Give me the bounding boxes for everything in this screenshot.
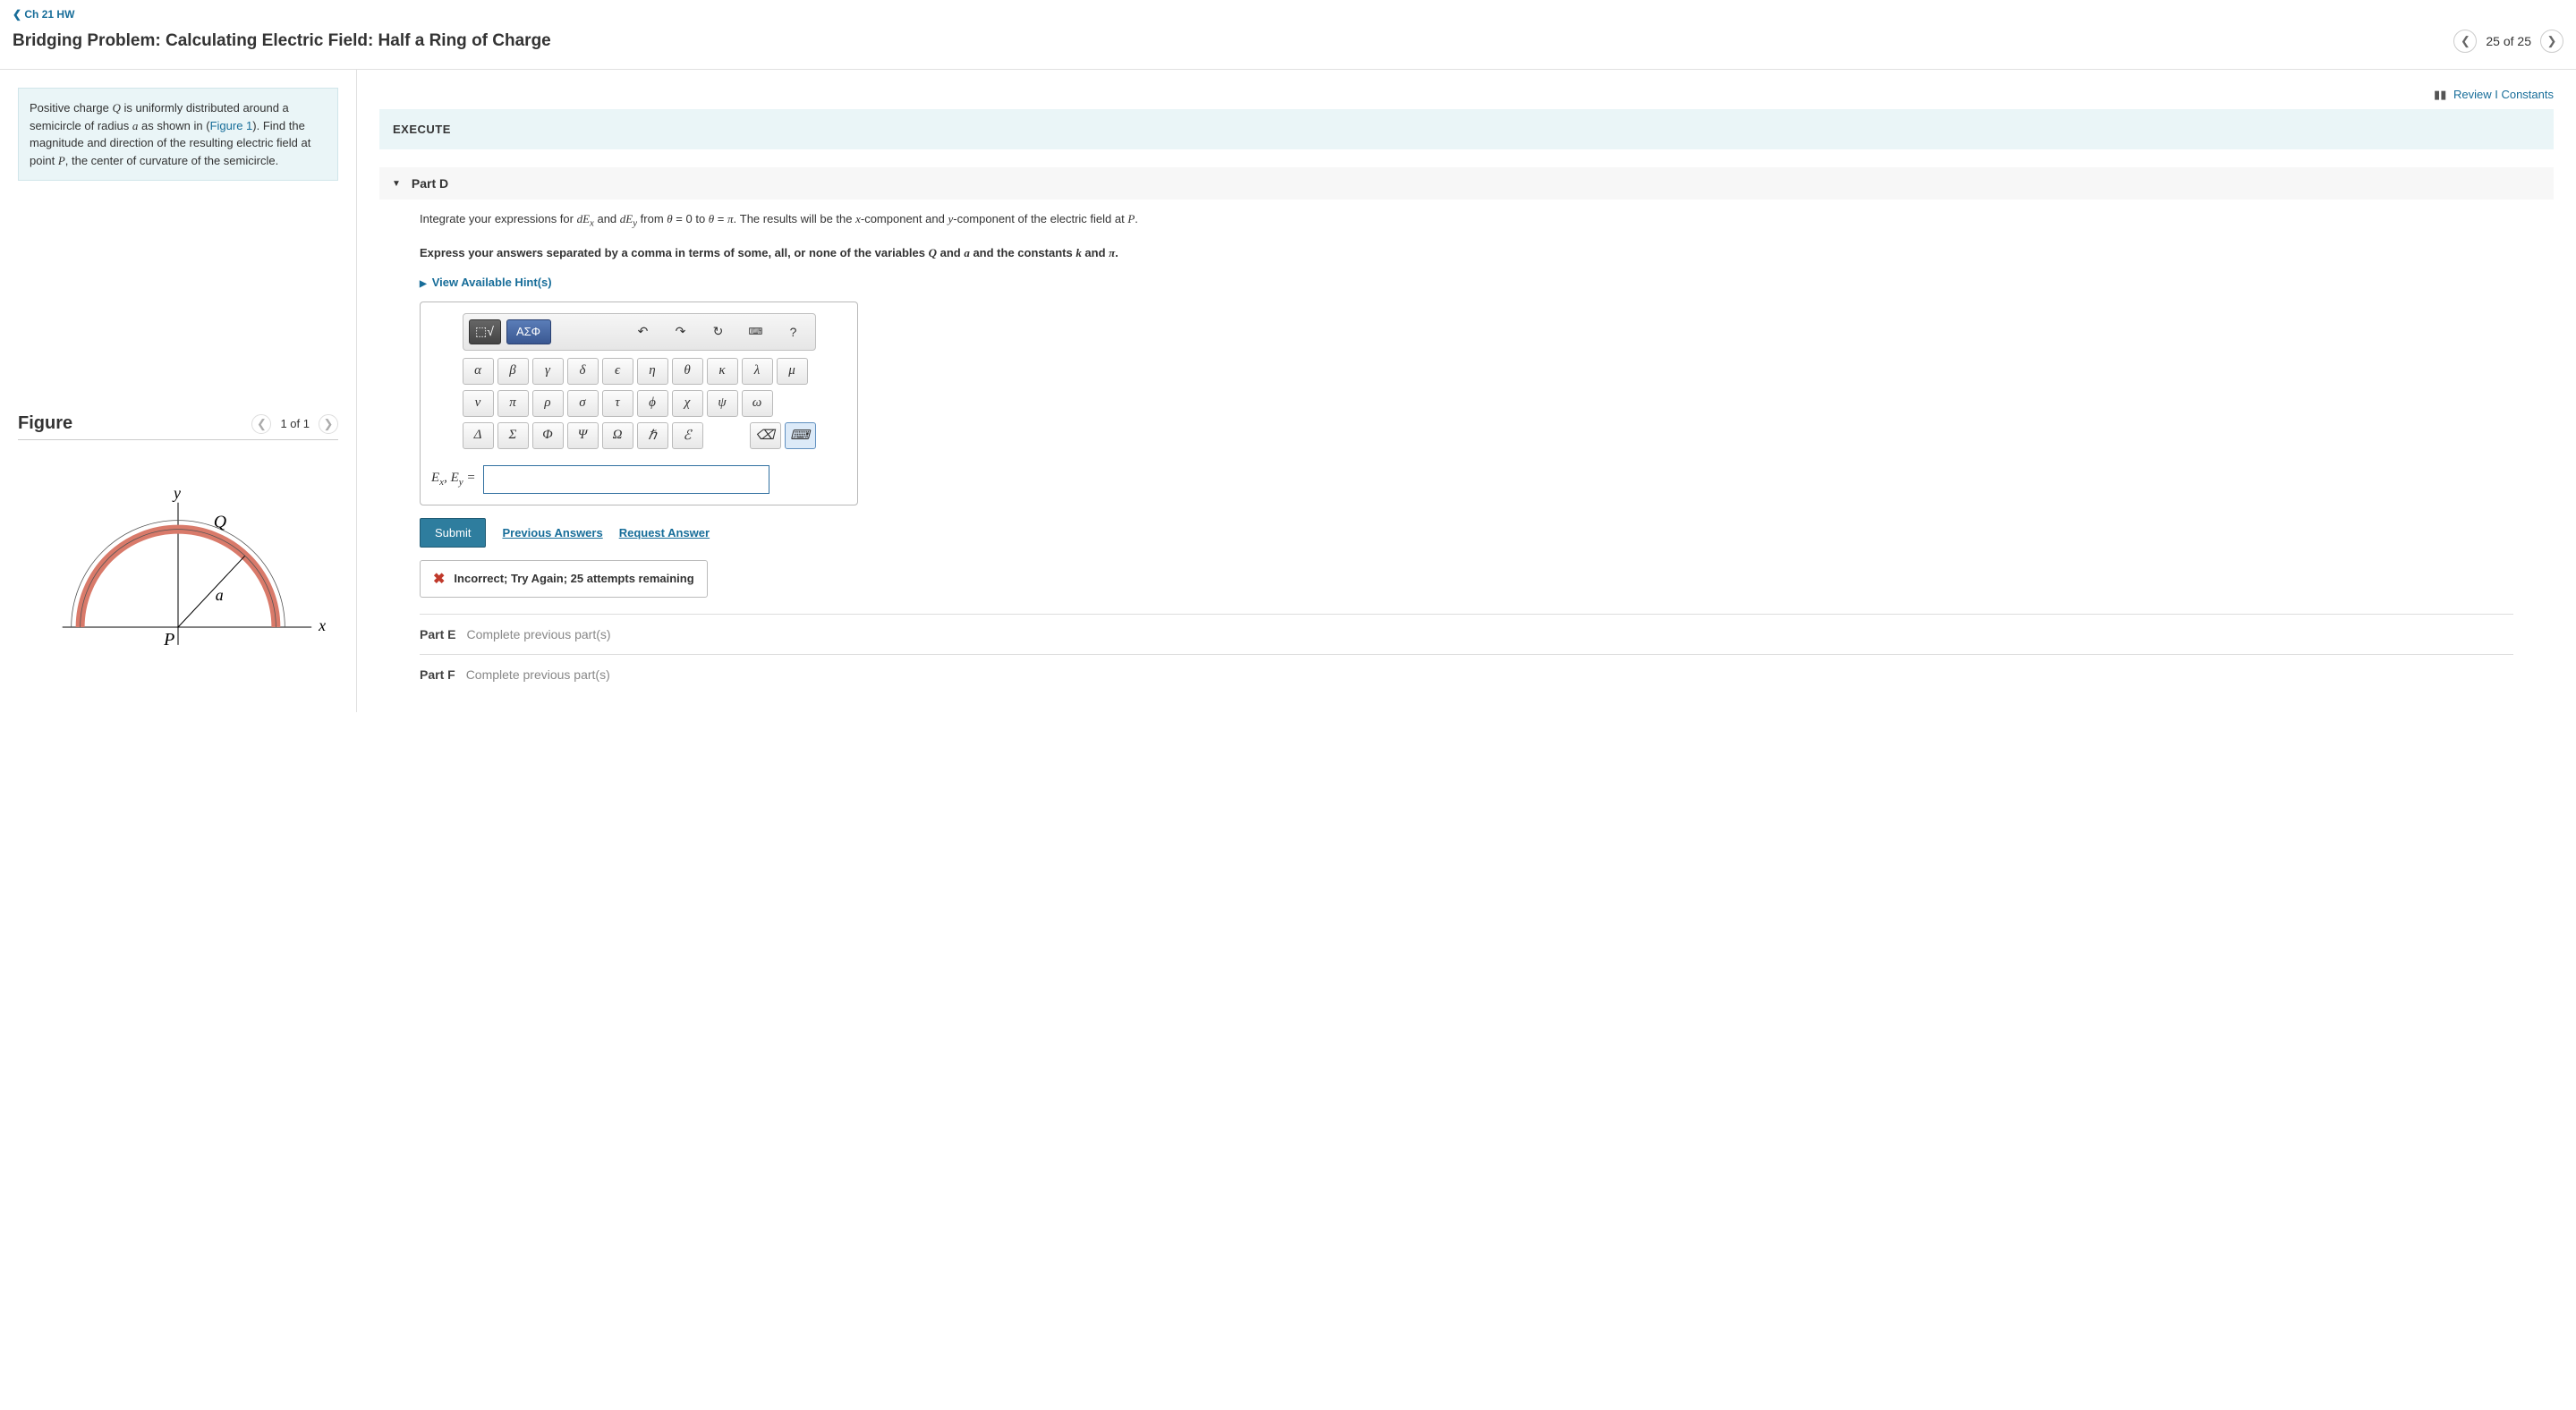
redo-button[interactable]: ↷ — [665, 319, 697, 344]
previous-answers-link[interactable]: Previous Answers — [502, 526, 602, 539]
greek-ϵ-button[interactable]: ϵ — [602, 358, 633, 385]
greek-δ-button[interactable]: δ — [567, 358, 599, 385]
incorrect-icon: ✖ — [433, 570, 445, 588]
greek-ψ-button[interactable]: ψ — [707, 390, 738, 417]
answer-input[interactable] — [483, 465, 769, 494]
greek-Ψ-button[interactable]: Ψ — [567, 422, 599, 449]
svg-text:y: y — [172, 484, 181, 502]
greek-ℏ-button[interactable]: ℏ — [637, 422, 668, 449]
greek-π-button[interactable]: π — [497, 390, 529, 417]
answer-label: Ex, Ey = — [431, 471, 476, 488]
problem-pager: ❮ 25 of 25 ❯ — [2453, 30, 2563, 53]
request-answer-link[interactable]: Request Answer — [619, 526, 710, 539]
greek-ω-button[interactable]: ω — [742, 390, 773, 417]
greek-κ-button[interactable]: κ — [707, 358, 738, 385]
greek-ϕ-button[interactable]: ϕ — [637, 390, 668, 417]
figure-diagram: y x Q a P — [18, 467, 338, 681]
greek-μ-button[interactable]: μ — [777, 358, 808, 385]
constants-link[interactable]: Constants — [2501, 88, 2554, 101]
fig-next-button[interactable]: ❯ — [319, 414, 338, 434]
keyboard-toggle-button[interactable]: ⌨ — [785, 422, 816, 449]
svg-text:P: P — [163, 630, 174, 650]
backspace-button[interactable]: ⌫ — [750, 422, 781, 449]
svg-text:x: x — [318, 616, 326, 634]
fig-prev-button[interactable]: ❮ — [251, 414, 271, 434]
section-header: EXECUTE — [379, 109, 2554, 149]
greek-σ-button[interactable]: σ — [567, 390, 599, 417]
greek-ℰ-button[interactable]: ℰ — [672, 422, 703, 449]
greek-Ω-button[interactable]: Ω — [602, 422, 633, 449]
part-d-instruction: Express your answers separated by a comm… — [420, 244, 2513, 263]
templates-button[interactable]: ⬚√ — [469, 319, 501, 344]
book-icon: ▮▮ — [2434, 88, 2446, 101]
reset-button[interactable]: ↻ — [702, 319, 735, 344]
figure-link[interactable]: Figure 1 — [210, 119, 253, 132]
help-button[interactable]: ? — [778, 319, 810, 344]
submit-button[interactable]: Submit — [420, 518, 486, 548]
collapse-icon: ▼ — [392, 179, 401, 189]
greek-tab-button[interactable]: ΑΣΦ — [506, 319, 551, 344]
greek-ρ-button[interactable]: ρ — [532, 390, 564, 417]
greek-Φ-button[interactable]: Φ — [532, 422, 564, 449]
prev-problem-button[interactable]: ❮ — [2453, 30, 2477, 53]
part-e-row: Part E Complete previous part(s) — [420, 614, 2513, 654]
greek-β-button[interactable]: β — [497, 358, 529, 385]
figure-heading: Figure — [18, 413, 251, 434]
greek-γ-button[interactable]: γ — [532, 358, 564, 385]
greek-η-button[interactable]: η — [637, 358, 668, 385]
page-title: Bridging Problem: Calculating Electric F… — [13, 31, 2453, 51]
problem-statement: Positive charge Q is uniformly distribut… — [18, 88, 338, 181]
pager-text: 25 of 25 — [2486, 34, 2531, 48]
svg-text:a: a — [216, 586, 224, 604]
figure-pager: 1 of 1 — [280, 417, 310, 430]
greek-Δ-button[interactable]: Δ — [463, 422, 494, 449]
part-d-prompt: Integrate your expressions for dEx and d… — [420, 210, 2513, 232]
feedback-box: ✖ Incorrect; Try Again; 25 attempts rema… — [420, 560, 708, 598]
undo-button[interactable]: ↶ — [627, 319, 659, 344]
review-link[interactable]: Review — [2453, 88, 2492, 101]
part-d-header[interactable]: ▼ Part D — [379, 167, 2554, 200]
greek-Σ-button[interactable]: Σ — [497, 422, 529, 449]
keyboard-icon[interactable]: ⌨ — [740, 319, 772, 344]
greek-θ-button[interactable]: θ — [672, 358, 703, 385]
greek-ν-button[interactable]: ν — [463, 390, 494, 417]
greek-α-button[interactable]: α — [463, 358, 494, 385]
view-hints-toggle[interactable]: View Available Hint(s) — [420, 276, 2513, 289]
svg-text:Q: Q — [214, 513, 226, 532]
top-links: ▮▮ Review I Constants — [379, 88, 2554, 102]
greek-λ-button[interactable]: λ — [742, 358, 773, 385]
answer-panel: ⬚√ ΑΣΦ ↶ ↷ ↻ ⌨ ? αβγδϵηθκλμ νπρστϕχψω ΔΣ… — [420, 302, 858, 505]
greek-χ-button[interactable]: χ — [672, 390, 703, 417]
back-link[interactable]: ❮ Ch 21 HW — [13, 8, 74, 21]
next-problem-button[interactable]: ❯ — [2540, 30, 2563, 53]
greek-τ-button[interactable]: τ — [602, 390, 633, 417]
part-f-row: Part F Complete previous part(s) — [420, 654, 2513, 694]
